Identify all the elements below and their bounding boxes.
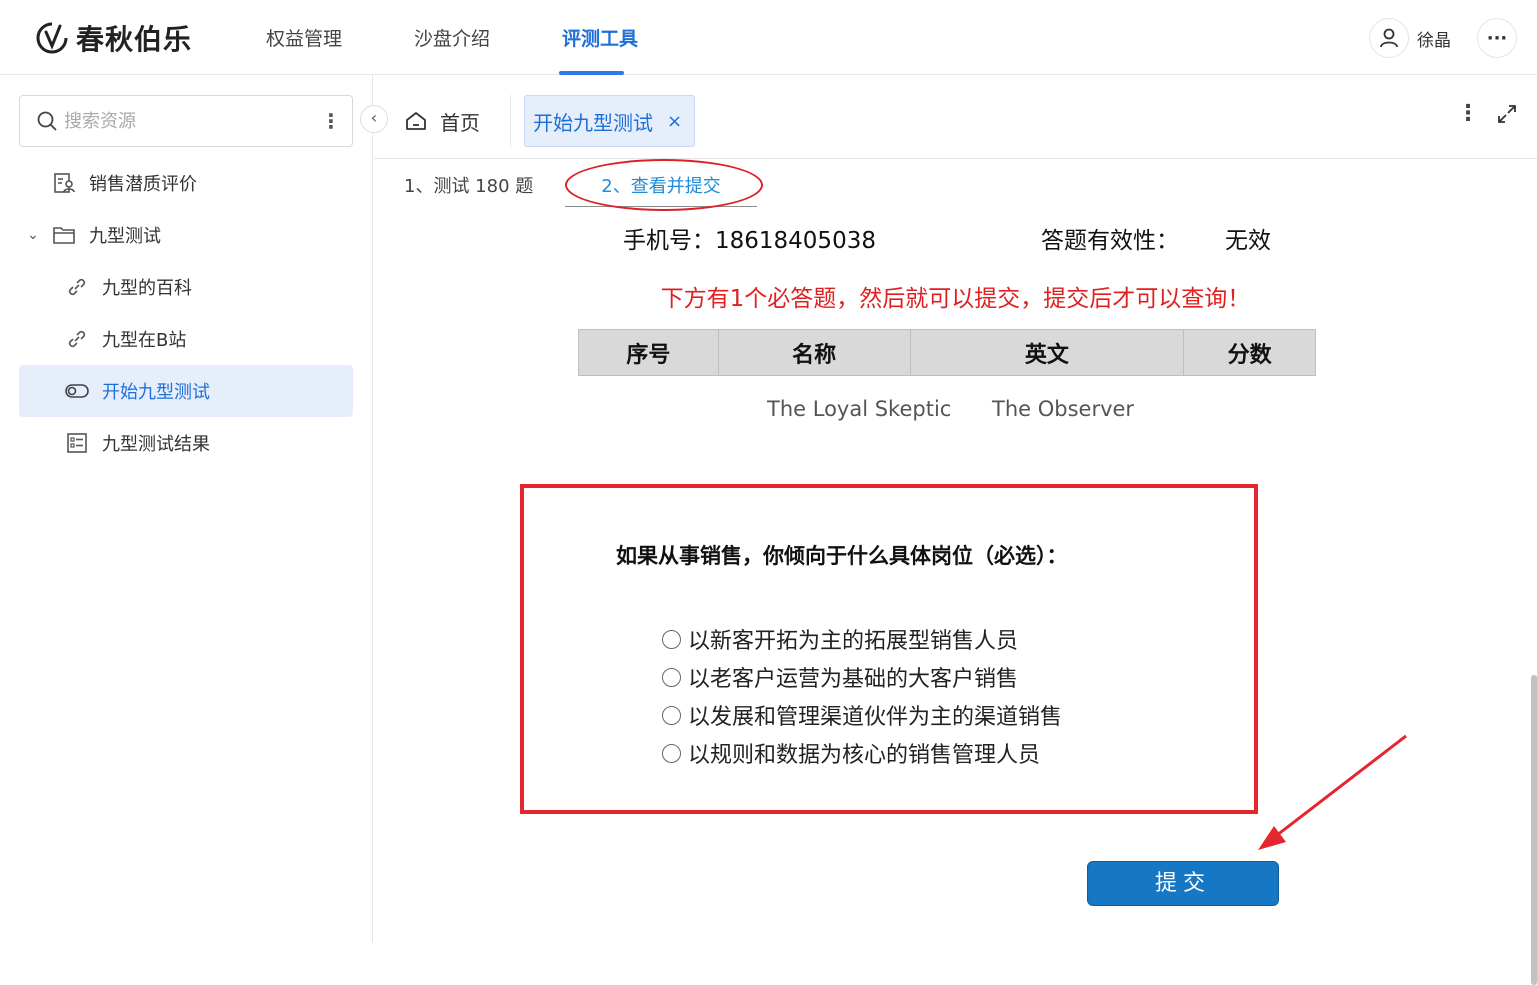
required-question-box: 如果从事销售，你倾向于什么具体岗位（必选）： 以新客开拓为主的拓展型销售人员 以… xyxy=(520,484,1258,814)
tab-start-test[interactable]: 开始九型测试 × xyxy=(524,95,695,147)
table-header-row: 序号 名称 英文 分数 xyxy=(578,329,1316,376)
main-panel: 首页 开始九型测试 × ⋮ 1、测试 180 题 2、查看并提交 手机号：186… xyxy=(374,75,1537,985)
sidebar-item-label: 九型测试 xyxy=(89,226,161,247)
tab-home[interactable]: 首页 xyxy=(404,95,480,147)
sidebar-item-label: 销售潜质评价 xyxy=(89,174,197,195)
search-more-icon[interactable]: ⋮ xyxy=(318,109,344,133)
option-item[interactable]: 以新客开拓为主的拓展型销售人员 xyxy=(662,620,1062,658)
validity-label: 答题有效性： xyxy=(1041,228,1179,254)
sidebar-item-start-test[interactable]: 开始九型测试 xyxy=(19,365,353,417)
avatar[interactable] xyxy=(1369,18,1409,58)
col-header-english: 英文 xyxy=(909,329,1185,376)
sidebar-item-enneagram-bilibili[interactable]: 九型在B站 xyxy=(19,313,353,365)
option-item[interactable]: 以发展和管理渠道伙伴为主的渠道销售 xyxy=(662,696,1062,734)
nav-item-assessment[interactable]: 评测工具 xyxy=(526,0,674,75)
question-options: 以新客开拓为主的拓展型销售人员 以老客户运营为基础的大客户销售 以发展和管理渠道… xyxy=(662,620,1062,772)
radio-button[interactable] xyxy=(662,743,681,763)
required-notice: 下方有1个必答题，然后就可以提交，提交后才可以查询！ xyxy=(660,286,1251,312)
user-area: 徐晶 ··· xyxy=(1369,18,1517,58)
sidebar-item-sales-potential[interactable]: 销售潜质评价 xyxy=(19,157,353,209)
main-nav: 权益管理 沙盘介绍 评测工具 xyxy=(230,0,674,75)
search-icon xyxy=(37,111,57,131)
sidebar-item-enneagram-folder[interactable]: ⌄ 九型测试 xyxy=(19,209,353,261)
test-content: 1、测试 180 题 2、查看并提交 手机号：18618405038 答题有效性… xyxy=(374,159,1537,942)
score-table: 序号 名称 英文 分数 xyxy=(578,329,1316,376)
question-title: 如果从事销售，你倾向于什么具体岗位（必选）： xyxy=(616,544,1068,568)
sidebar-item-label: 开始九型测试 xyxy=(102,382,210,403)
validity-value: 无效 xyxy=(1225,228,1271,254)
option-label: 以老客户运营为基础的大客户销售 xyxy=(688,667,1019,692)
sidebar-item-label: 九型在B站 xyxy=(102,330,187,351)
more-menu-button[interactable]: ··· xyxy=(1477,18,1517,58)
logo-text: 春秋伯乐 xyxy=(76,23,193,56)
checklist-icon xyxy=(64,430,90,456)
option-label: 以新客开拓为主的拓展型销售人员 xyxy=(688,629,1019,654)
type-label: The Observer xyxy=(992,397,1135,421)
resource-tree: 销售潜质评价 ⌄ 九型测试 九型的百科 九型在B站 开始九型测试 九型测试结果 xyxy=(19,157,353,469)
tab-more-icon[interactable]: ⋮ xyxy=(1457,101,1479,126)
option-label: 以规则和数据为核心的销售管理人员 xyxy=(688,743,1041,768)
col-header-name: 名称 xyxy=(717,329,911,376)
user-name[interactable]: 徐晶 xyxy=(1417,26,1451,51)
folder-icon xyxy=(51,222,77,248)
phone-label: 手机号： xyxy=(623,228,715,254)
option-label: 以发展和管理渠道伙伴为主的渠道销售 xyxy=(688,705,1063,730)
tab-tools: ⋮ xyxy=(1457,101,1519,126)
scrollbar[interactable] xyxy=(1531,675,1537,985)
close-icon[interactable]: × xyxy=(667,111,682,132)
step-test[interactable]: 1、测试 180 题 xyxy=(404,167,533,207)
toggle-icon xyxy=(64,378,90,404)
tab-home-label: 首页 xyxy=(440,110,480,135)
sidebar-item-label: 九型测试结果 xyxy=(102,434,210,455)
search-box[interactable]: ⋮ xyxy=(19,95,353,147)
tab-label: 开始九型测试 xyxy=(533,110,653,135)
fullscreen-icon[interactable] xyxy=(1495,102,1519,126)
link-icon xyxy=(64,326,90,352)
logo-icon xyxy=(36,22,68,54)
submit-button[interactable]: 提交 xyxy=(1087,861,1279,906)
sidebar-item-enneagram-wiki[interactable]: 九型的百科 xyxy=(19,261,353,313)
phone-info: 手机号：18618405038 xyxy=(623,221,876,255)
nav-item-rights[interactable]: 权益管理 xyxy=(230,0,378,75)
report-user-icon xyxy=(51,170,77,196)
option-item[interactable]: 以规则和数据为核心的销售管理人员 xyxy=(662,734,1062,772)
search-input[interactable] xyxy=(64,110,318,132)
radio-button[interactable] xyxy=(662,667,681,687)
radio-button[interactable] xyxy=(662,629,681,649)
phone-value: 18618405038 xyxy=(715,228,876,254)
col-header-index: 序号 xyxy=(578,329,719,376)
logo[interactable]: 春秋伯乐 xyxy=(34,18,192,58)
chevron-down-icon[interactable]: ⌄ xyxy=(23,227,43,243)
col-header-score: 分数 xyxy=(1183,329,1316,376)
highlight-ellipse xyxy=(565,159,763,211)
pointer-arrow-icon xyxy=(1258,734,1407,850)
type-label: The Loyal Skeptic xyxy=(767,397,952,421)
tab-divider xyxy=(510,95,511,147)
top-bar: 春秋伯乐 权益管理 沙盘介绍 评测工具 徐晶 ··· xyxy=(0,0,1537,75)
more-icon: ··· xyxy=(1486,27,1508,49)
collapse-sidebar-button[interactable]: ‹ xyxy=(360,105,388,133)
user-icon xyxy=(1380,28,1398,48)
home-icon xyxy=(406,112,426,130)
option-item[interactable]: 以老客户运营为基础的大客户销售 xyxy=(662,658,1062,696)
radio-button[interactable] xyxy=(662,705,681,725)
sidebar-item-label: 九型的百科 xyxy=(102,278,192,299)
link-icon xyxy=(64,274,90,300)
sidebar-item-test-results[interactable]: 九型测试结果 xyxy=(19,417,353,469)
nav-item-sandbox[interactable]: 沙盘介绍 xyxy=(378,0,526,75)
tab-bar: 首页 开始九型测试 × ⋮ xyxy=(374,75,1537,159)
sidebar: ⋮ 销售潜质评价 ⌄ 九型测试 xyxy=(0,75,373,942)
